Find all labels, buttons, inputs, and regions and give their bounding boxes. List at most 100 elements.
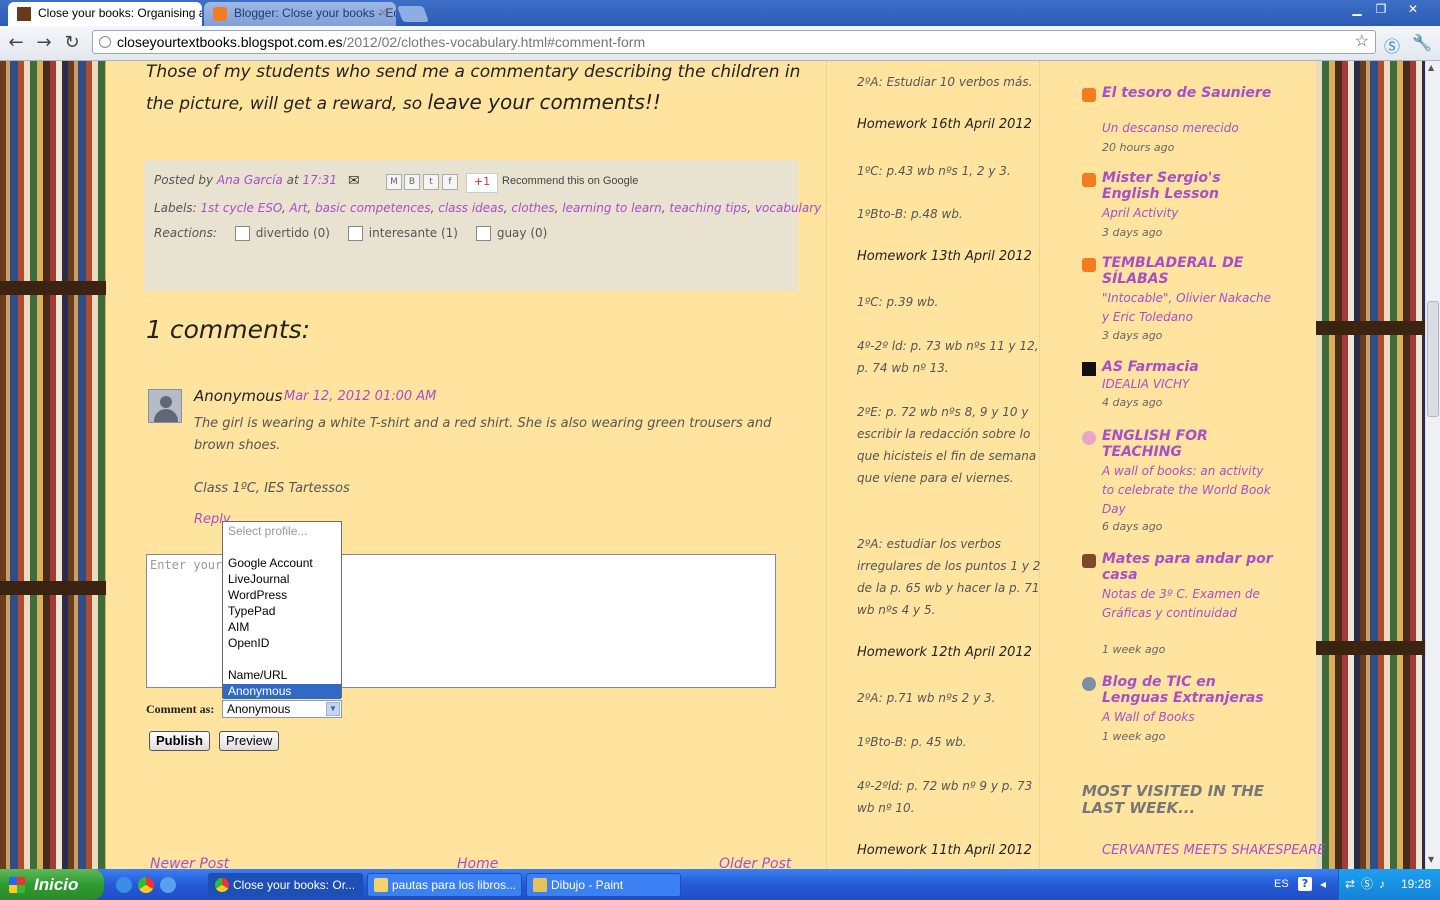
newer-post-link[interactable]: Newer Post bbox=[150, 856, 229, 869]
restore-icon[interactable]: ❐ bbox=[1368, 1, 1394, 17]
share-email-icon[interactable]: M bbox=[386, 174, 402, 190]
taskbar-button-folder[interactable]: pautas para los libros... bbox=[367, 873, 522, 897]
plus-one-button[interactable]: +1 bbox=[466, 173, 498, 193]
close-window-icon[interactable]: ✕ bbox=[1400, 1, 1426, 17]
volume-icon[interactable]: ♪ bbox=[1379, 869, 1385, 900]
address-bar[interactable]: closeyourtextbooks.blogspot.com.es/2012/… bbox=[92, 30, 1376, 54]
author-link[interactable]: Ana García bbox=[217, 173, 283, 187]
comment-as-label: Comment as: bbox=[146, 702, 215, 716]
share-twitter-icon[interactable]: t bbox=[423, 174, 439, 190]
profile-option[interactable]: OpenID bbox=[223, 636, 341, 651]
blog-title-link[interactable]: El tesoro de Sauniere bbox=[1102, 85, 1277, 101]
plus-one-label: +1 bbox=[473, 175, 491, 188]
homework-item: 2ºA: p.71 wb nºs 2 y 3. bbox=[857, 691, 996, 705]
show-desktop-icon[interactable] bbox=[160, 877, 176, 893]
clock[interactable]: 19:28 bbox=[1401, 869, 1431, 900]
most-visited-link[interactable]: CERVANTES MEETS SHAKESPEARE bbox=[1102, 843, 1326, 858]
globe-icon bbox=[1082, 677, 1096, 691]
bookmark-star-icon[interactable]: ☆ bbox=[1355, 31, 1369, 53]
homework-heading: Homework 16th April 2012 bbox=[857, 117, 1032, 132]
tab-close-your-books[interactable]: Close your books: Organising a bbox=[8, 2, 202, 26]
post-time-link[interactable]: 17:31 bbox=[302, 173, 337, 187]
url-path: /2012/02/clothes-vocabulary.html#comment… bbox=[342, 34, 646, 50]
skype-extension-icon[interactable]: Ⓢ bbox=[1382, 33, 1402, 56]
homework-item: 4º-2ºld: p. 72 wb nº 9 y p. 73 wb nº 10. bbox=[857, 779, 1033, 815]
scroll-up-icon[interactable]: ▲ bbox=[1428, 63, 1434, 72]
blog-post-time: 6 days ago bbox=[1102, 520, 1163, 533]
blog-post-link[interactable]: April Activity bbox=[1102, 204, 1277, 223]
home-link[interactable]: Home bbox=[457, 856, 498, 869]
homework-heading: Homework 11th April 2012 bbox=[857, 843, 1032, 858]
label-link[interactable]: basic competences bbox=[315, 201, 431, 215]
preview-button[interactable]: Preview bbox=[219, 731, 280, 751]
reaction-checkbox[interactable] bbox=[475, 226, 491, 241]
label-link[interactable]: class ideas bbox=[438, 201, 504, 215]
scrollbar-thumb[interactable] bbox=[1427, 301, 1439, 417]
blog-title-link[interactable]: Mates para andar por casa bbox=[1102, 551, 1277, 583]
blog-title-link[interactable]: ENGLISH FOR TEACHING bbox=[1102, 428, 1277, 460]
chrome-icon[interactable] bbox=[138, 877, 154, 893]
reaction-label: guay (0) bbox=[496, 226, 548, 240]
taskbar-button-chrome[interactable]: Close your books: Or... bbox=[208, 873, 363, 897]
label-link[interactable]: teaching tips bbox=[669, 201, 747, 215]
page-scrollbar[interactable]: ▲ ▼ bbox=[1425, 61, 1440, 869]
help-icon[interactable]: ? bbox=[1298, 877, 1312, 891]
user-silhouette-body bbox=[154, 409, 178, 422]
blog-post-link[interactable]: A wall of books: an activity to celebrat… bbox=[1102, 462, 1277, 519]
profile-option[interactable]: Name/URL bbox=[223, 668, 341, 683]
homework-item: 1ºBto-B: p.48 wb. bbox=[857, 207, 963, 221]
comment-date-link[interactable]: Mar 12, 2012 01:00 AM bbox=[284, 389, 436, 404]
profile-option[interactable]: Google Account bbox=[223, 556, 341, 571]
taskbar-button-label: Dibujo - Paint bbox=[551, 878, 624, 892]
profile-dropdown-list[interactable]: Select profile... Google Account LiveJou… bbox=[222, 521, 342, 699]
minimize-icon[interactable]: ▁ bbox=[1344, 1, 1370, 17]
label-link[interactable]: learning to learn bbox=[562, 201, 661, 215]
reaction-label: interesante (1) bbox=[368, 226, 458, 240]
share-facebook-icon[interactable]: f bbox=[442, 174, 458, 190]
profile-option[interactable]: TypePad bbox=[223, 604, 341, 619]
blog-title-link[interactable]: Mister Sergio's English Lesson bbox=[1102, 170, 1277, 202]
blog-title-link[interactable]: AS Farmacia bbox=[1102, 359, 1277, 375]
network-icon[interactable]: ⇄ bbox=[1345, 869, 1355, 900]
comment-as-select[interactable]: Anonymous ▼ bbox=[222, 700, 342, 718]
profile-option[interactable]: WordPress bbox=[223, 588, 341, 603]
tab-blogger[interactable]: Blogger: Close your books - Ec ✕ bbox=[204, 2, 396, 26]
blog-title-link[interactable]: TEMBLADERAL DE SÍLABAS bbox=[1102, 255, 1277, 287]
new-tab-button[interactable] bbox=[397, 6, 429, 22]
blog-post-link[interactable]: A Wall of Books bbox=[1102, 708, 1277, 727]
browser-toolbar: ← → ↻ closeyourtextbooks.blogspot.com.es… bbox=[0, 26, 1440, 61]
blogger-icon bbox=[1082, 258, 1096, 272]
back-arrow-icon[interactable]: ← bbox=[6, 33, 26, 53]
wrench-menu-icon[interactable]: 🔧 bbox=[1412, 33, 1432, 53]
share-blogger-icon[interactable]: B bbox=[404, 174, 420, 190]
profile-option: Select profile... bbox=[228, 524, 308, 538]
reaction-checkbox[interactable] bbox=[347, 226, 363, 241]
profile-option[interactable]: AIM bbox=[223, 620, 341, 635]
label-link[interactable]: Art bbox=[290, 201, 308, 215]
blog-post-link[interactable]: Notas de 3º C. Examen de Gráficas y cont… bbox=[1102, 585, 1277, 623]
older-post-link[interactable]: Older Post bbox=[719, 856, 791, 869]
chevron-down-icon[interactable]: ▼ bbox=[326, 702, 340, 716]
reload-icon[interactable]: ↻ bbox=[62, 33, 82, 53]
publish-button[interactable]: Publish bbox=[149, 731, 210, 751]
label-link[interactable]: 1st cycle ESO bbox=[201, 201, 282, 215]
taskbar-button-paint[interactable]: Dibujo - Paint bbox=[526, 873, 681, 897]
tray-expand-icon[interactable]: ◂ bbox=[1320, 877, 1326, 891]
profile-option-selected[interactable]: Anonymous bbox=[223, 684, 341, 699]
label-link[interactable]: clothes bbox=[511, 201, 554, 215]
label-link[interactable]: vocabulary bbox=[755, 201, 821, 215]
start-button[interactable]: Inicio bbox=[0, 869, 104, 900]
reaction-checkbox[interactable] bbox=[234, 226, 250, 241]
email-post-icon[interactable]: ✉ bbox=[348, 173, 360, 189]
profile-option[interactable]: LiveJournal bbox=[223, 572, 341, 587]
close-tab-icon[interactable]: ✕ bbox=[378, 2, 388, 24]
language-indicator[interactable]: ES bbox=[1274, 878, 1289, 890]
blog-post-link[interactable]: IDEALIA VICHY bbox=[1102, 375, 1277, 394]
ie-icon[interactable] bbox=[116, 877, 132, 893]
scroll-down-icon[interactable]: ▼ bbox=[1428, 855, 1434, 864]
blog-title-link[interactable]: Blog de TIC en Lenguas Extranjeras bbox=[1102, 674, 1277, 706]
blog-post-link[interactable]: "Intocable", Olivier Nakache y Eric Tole… bbox=[1102, 289, 1277, 327]
blog-post-link[interactable]: Un descanso merecido bbox=[1102, 119, 1277, 138]
forward-arrow-icon[interactable]: → bbox=[34, 33, 54, 53]
skype-tray-icon[interactable]: Ⓢ bbox=[1361, 869, 1373, 900]
